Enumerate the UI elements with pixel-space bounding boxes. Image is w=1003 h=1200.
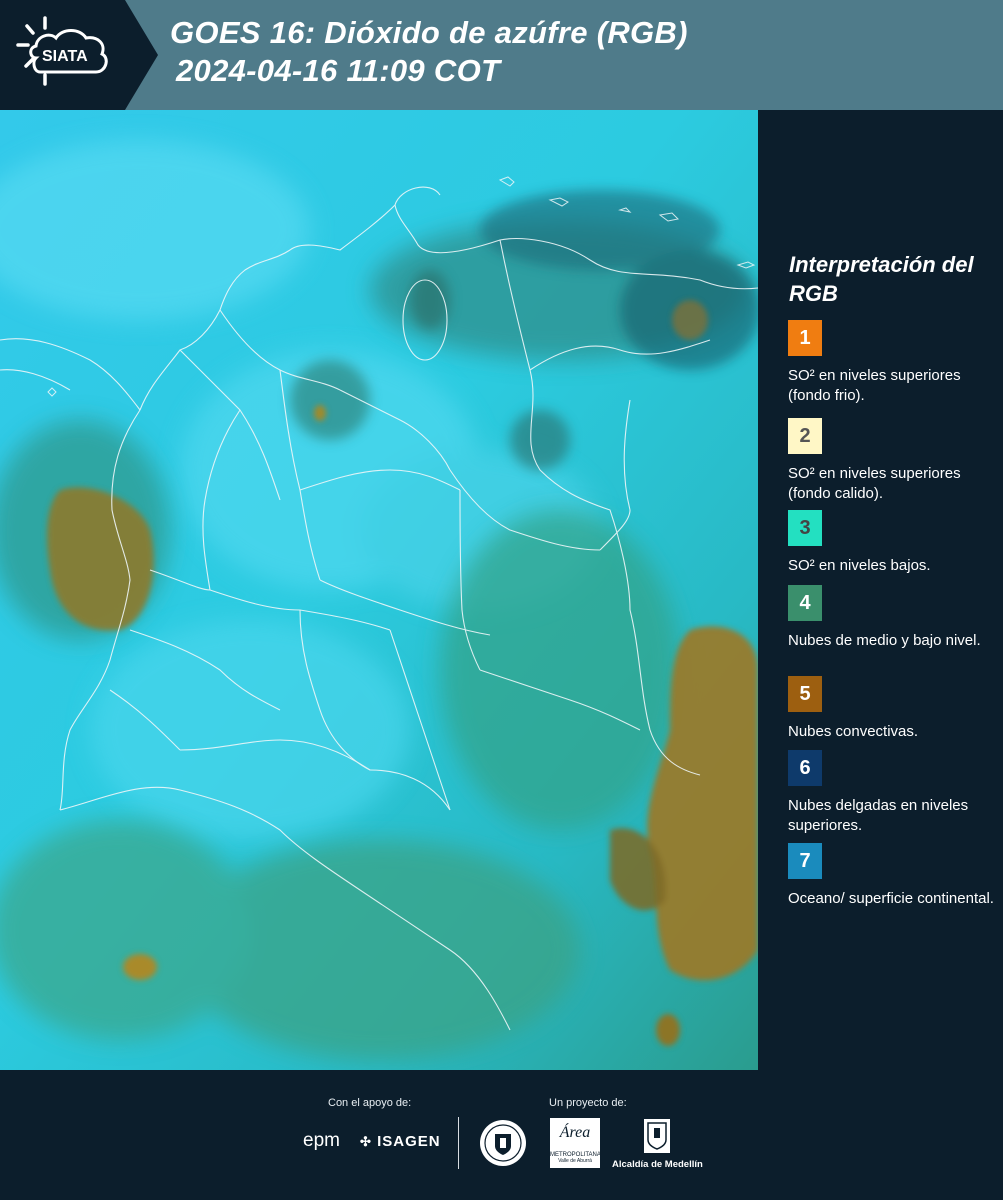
isagen-icon: ✣ <box>360 1134 372 1149</box>
area-metropolitana-logo: Área METROPOLITANA Valle de Aburrá <box>550 1118 601 1168</box>
legend-item-7: 7 Oceano/ superficie continental. <box>788 843 998 909</box>
legend-swatch-7: 7 <box>788 843 822 879</box>
legend-swatch-6: 6 <box>788 750 822 786</box>
legend-text: SO² en niveles bajos. <box>788 557 931 574</box>
legend-item-1: 1 SO² en niveles superiores (fondo frio)… <box>788 320 998 406</box>
legend-swatch-1: 1 <box>788 320 822 356</box>
legend-swatch-5: 5 <box>788 676 822 712</box>
satellite-map[interactable] <box>0 110 758 1070</box>
medellin-seal-icon <box>478 1118 528 1173</box>
legend-number: 3 <box>799 516 811 539</box>
siata-logo: SIATA <box>0 0 160 110</box>
footer: Con el apoyo de: Un proyecto de: epm ✣ I… <box>0 1070 1003 1200</box>
legend-item-5: 5 Nubes convectivas. <box>788 676 998 742</box>
area-sub2: Valle de Aburrá <box>558 1158 592 1164</box>
legend-text: SO² en niveles superiores (fondo calido)… <box>788 465 961 502</box>
legend-title: Interpretación del RGB <box>789 252 974 306</box>
support-label: Con el apoyo de: <box>328 1097 412 1109</box>
epm-logo: epm <box>303 1130 340 1152</box>
title-line-2: 2024-04-16 11:09 COT <box>176 53 501 88</box>
legend-number: 1 <box>799 326 811 349</box>
legend-number: 4 <box>799 591 811 614</box>
svg-text:SIATA: SIATA <box>42 48 88 65</box>
legend-text: SO² en niveles superiores (fondo frio). <box>788 367 961 404</box>
legend-swatch-2: 2 <box>788 418 822 454</box>
legend-text: Oceano/ superficie continental. <box>788 890 994 907</box>
legend-panel: Interpretación del RGB 1 SO² en niveles … <box>758 110 1003 1070</box>
title-line-1: GOES 16: Dióxido de azúfre (RGB) <box>170 15 688 50</box>
legend-text: Nubes de medio y bajo nivel. <box>788 632 981 649</box>
legend-text: Nubes delgadas en niveles superiores. <box>788 797 969 834</box>
footer-divider <box>458 1117 459 1169</box>
isagen-text: ISAGEN <box>377 1133 441 1150</box>
legend-text: Nubes convectivas. <box>788 723 919 740</box>
legend-number: 5 <box>799 682 811 705</box>
page-title: GOES 16: Dióxido de azúfre (RGB) 2024-04-… <box>170 14 688 90</box>
area-text: Área <box>559 1124 591 1141</box>
legend-item-6: 6 Nubes delgadas en niveles superiores. <box>788 750 998 836</box>
legend-item-4: 4 Nubes de medio y bajo nivel. <box>788 585 998 651</box>
legend-number: 6 <box>799 756 811 779</box>
legend-swatch-3: 3 <box>788 510 822 546</box>
legend-number: 7 <box>799 849 811 872</box>
legend-number: 2 <box>799 424 811 447</box>
header: SIATA GOES 16: Dióxido de azúfre (RGB) 20… <box>0 0 1003 110</box>
legend-item-2: 2 SO² en niveles superiores (fondo calid… <box>788 418 998 504</box>
alcaldia-shield-icon <box>643 1118 671 1159</box>
alcaldia-text: Alcaldía de Medellín <box>612 1159 703 1170</box>
legend-swatch-4: 4 <box>788 585 822 621</box>
project-label: Un proyecto de: <box>549 1097 627 1109</box>
legend-item-3: 3 SO² en niveles bajos. <box>788 510 998 576</box>
epm-text: epm <box>303 1130 340 1151</box>
isagen-logo: ✣ ISAGEN <box>360 1133 441 1150</box>
